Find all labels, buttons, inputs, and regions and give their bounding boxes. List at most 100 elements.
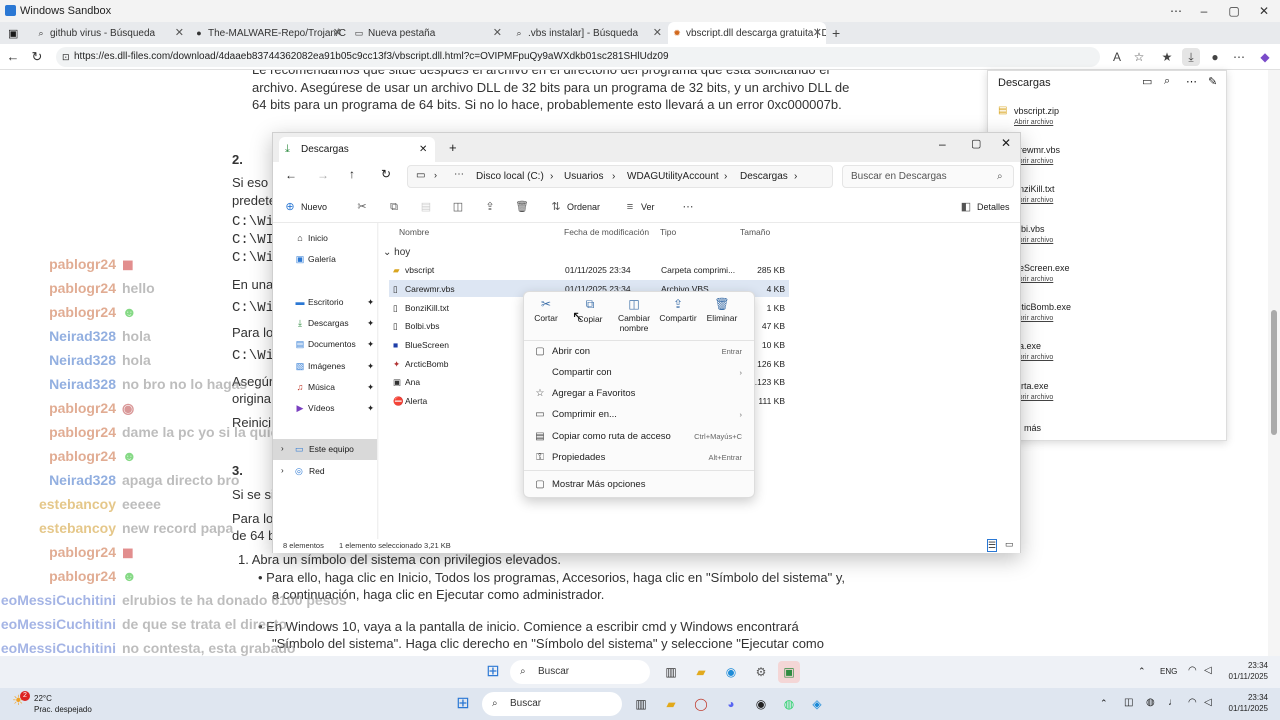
download-item[interactable]: vbscript.zip Abrir archivo: [1014, 106, 1059, 126]
address-bar[interactable]: ▭ › ⋯ Disco local (C:) › Usuarios › WDAG…: [407, 165, 833, 188]
download-item[interactable]: rcticBomb.exe Abrir archivo: [1014, 302, 1071, 322]
sidebar-item-gallery[interactable]: ▣ Galería: [295, 254, 336, 265]
sidebar-item-network[interactable]: › ◎ Red: [273, 461, 377, 482]
pin-icon[interactable]: ✦: [367, 297, 374, 308]
sandbox-icon[interactable]: ◈: [806, 693, 828, 715]
settings-icon[interactable]: ⚙: [750, 661, 772, 683]
column-header-size[interactable]: Tamaño: [740, 227, 770, 237]
chevron-right-icon[interactable]: ›: [281, 444, 284, 453]
tiles-view-icon[interactable]: ▭: [1005, 539, 1014, 550]
chevron-up-icon[interactable]: ⌃: [1100, 698, 1108, 709]
copilot-icon[interactable]: ◆: [1256, 48, 1274, 66]
see-more-link[interactable]: más: [1024, 423, 1041, 433]
tray-app-icon[interactable]: ◫: [1124, 697, 1133, 708]
sidebar-item-documents[interactable]: ▤ Documentos ✦: [295, 339, 374, 350]
page-scrollbar[interactable]: [1268, 70, 1280, 660]
menu-item-more-options[interactable]: ▢ Mostrar Más opciones: [524, 475, 756, 495]
chevron-up-icon[interactable]: ⌃: [1138, 666, 1146, 677]
explorer-tab[interactable]: ⤓ Descargas ✕: [279, 137, 435, 162]
pin-icon[interactable]: ✦: [367, 403, 374, 414]
back-button[interactable]: ←: [285, 168, 297, 182]
file-explorer-icon[interactable]: ▰: [660, 693, 682, 715]
tab-2[interactable]: ▭ Nueva pestaña ✕: [350, 22, 506, 44]
url-field[interactable]: ⊡ https://es.dll-files.com/download/4daae…: [56, 47, 1100, 67]
delete-button[interactable]: 🗑 Eliminar: [700, 297, 744, 323]
clock[interactable]: 23:34 01/11/2025: [1229, 660, 1268, 682]
tab-actions-icon[interactable]: ▣: [8, 27, 18, 40]
menu-item-share-with[interactable]: Compartir con ›: [524, 363, 756, 383]
sidebar-item-videos[interactable]: ▶ Vídeos ✦: [295, 403, 375, 414]
sidebar-item-home[interactable]: ⌂ Inicio: [295, 233, 328, 243]
forward-button[interactable]: →: [317, 168, 329, 182]
sidebar-item-downloads[interactable]: ⤓ Descargas ✦: [295, 318, 374, 329]
close-icon[interactable]: ✕: [333, 26, 342, 39]
file-explorer-icon[interactable]: ▰: [690, 661, 712, 683]
refresh-button[interactable]: ↻: [381, 167, 391, 181]
wifi-icon[interactable]: ◠: [1188, 697, 1197, 708]
tab-1[interactable]: ● The-MALWARE-Repo/Trojan/Care ✕: [190, 22, 346, 44]
start-button[interactable]: ⊞: [482, 661, 504, 683]
tab-4[interactable]: ✹ vbscript.dll descarga gratuita | DLL ✕: [668, 22, 826, 44]
pin-icon[interactable]: ✦: [367, 318, 374, 329]
close-icon[interactable]: ✕: [813, 26, 822, 39]
open-file-link[interactable]: Abrir archivo: [1014, 315, 1071, 322]
download-item[interactable]: ueScreen.exe Abrir archivo: [1014, 263, 1070, 283]
up-button[interactable]: ↑: [349, 167, 355, 181]
menu-item-compress[interactable]: ▭ Comprimir en... ›: [524, 405, 756, 425]
obs-icon[interactable]: ◉: [750, 693, 772, 715]
favorite-icon[interactable]: ☆: [1130, 48, 1148, 66]
start-button[interactable]: ⊞: [452, 693, 474, 715]
close-icon[interactable]: ✕: [419, 137, 427, 162]
chevron-right-icon[interactable]: ›: [281, 466, 284, 475]
menu-item-properties[interactable]: ⚿ Propiedades Alt+Entrar: [524, 448, 756, 468]
discord-icon[interactable]: ◕: [720, 693, 742, 715]
open-file-link[interactable]: Abrir archivo: [1014, 276, 1070, 283]
details-view-icon[interactable]: ☰: [987, 539, 998, 552]
sort-button[interactable]: Ordenar: [567, 202, 600, 212]
column-header-name[interactable]: Nombre: [399, 227, 429, 237]
copy-icon[interactable]: ⧉: [387, 200, 401, 214]
language-indicator[interactable]: ENG: [1160, 667, 1177, 676]
share-button[interactable]: ⇪ Compartir: [656, 297, 700, 323]
close-icon[interactable]: ✕: [175, 26, 184, 39]
profile-icon[interactable]: ●: [1206, 48, 1224, 66]
maximize-button[interactable]: ▢: [971, 137, 981, 150]
breadcrumb-item[interactable]: Usuarios: [564, 171, 603, 182]
wifi-icon[interactable]: ◠: [1188, 665, 1197, 676]
downloads-icon[interactable]: ⤓: [1182, 48, 1200, 66]
close-icon[interactable]: ✕: [653, 26, 662, 39]
clock[interactable]: 23:34 01/11/2025: [1229, 692, 1268, 714]
rename-button[interactable]: ◫ Cambiar nombre: [612, 297, 656, 333]
open-file-link[interactable]: Abrir archivo: [1014, 119, 1059, 126]
read-aloud-icon[interactable]: A: [1108, 48, 1126, 66]
close-button[interactable]: ✕: [1248, 0, 1280, 22]
file-row[interactable]: ▰ vbscript 01/11/2025 23:34 Carpeta comprim…: [389, 261, 789, 278]
app-icon[interactable]: ▣: [778, 661, 800, 683]
whatsapp-icon[interactable]: ◍: [778, 693, 800, 715]
tab-0[interactable]: ⌕ github virus - Búsqueda ✕: [32, 22, 188, 44]
task-view-icon[interactable]: ▥: [630, 693, 652, 715]
task-view-icon[interactable]: ▥: [660, 661, 682, 683]
back-button[interactable]: ←: [4, 48, 22, 66]
share-icon[interactable]: ⇪: [483, 200, 497, 214]
sidebar-item-pictures[interactable]: ▧ Imágenes ✦: [295, 361, 374, 372]
maximize-button[interactable]: ▢: [1218, 0, 1250, 22]
new-tab-button[interactable]: +: [832, 25, 840, 41]
close-button[interactable]: ✕: [1001, 136, 1011, 150]
opera-icon[interactable]: ◯: [690, 693, 712, 715]
volume-icon[interactable]: ◁: [1204, 665, 1212, 676]
pin-icon[interactable]: ✦: [367, 361, 374, 372]
new-button[interactable]: Nuevo: [301, 202, 327, 212]
minimize-button[interactable]: –: [1188, 0, 1220, 22]
column-header-date[interactable]: Fecha de modificación: [564, 227, 649, 237]
edge-icon[interactable]: ◉: [720, 661, 742, 683]
menu-item-open-with[interactable]: ▢ Abrir con Entrar: [524, 342, 756, 362]
details-button[interactable]: Detalles: [977, 202, 1010, 212]
cut-icon[interactable]: ✂: [355, 200, 369, 214]
overflow-icon[interactable]: ⋯: [454, 169, 464, 180]
pin-icon[interactable]: ✎: [1208, 75, 1217, 88]
group-header[interactable]: ⌄ hoy: [383, 247, 410, 258]
more-icon[interactable]: ⋯: [1186, 75, 1197, 88]
menu-item-copy-path[interactable]: ▤ Copiar como ruta de acceso Ctrl+Mayús+C: [524, 427, 756, 447]
volume-icon[interactable]: ◁: [1204, 697, 1212, 708]
